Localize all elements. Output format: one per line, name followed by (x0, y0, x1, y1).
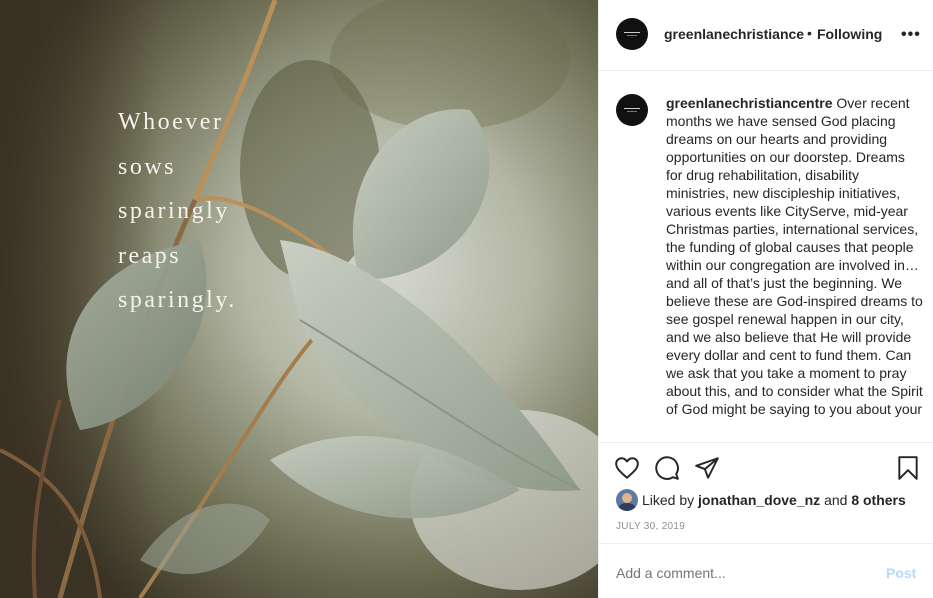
caption-body: Over recent months we have sensed God pl… (666, 95, 923, 417)
comment-box: Post (599, 543, 933, 598)
likes-others-link[interactable]: 8 others (851, 492, 905, 508)
post-date[interactable]: JULY 30, 2019 (616, 521, 685, 532)
quote-line: Whoever (118, 109, 224, 135)
more-horizontal-icon[interactable]: ••• (901, 26, 921, 44)
bookmark-icon[interactable] (895, 455, 921, 481)
header-username[interactable]: greenlanechristiance (664, 26, 804, 42)
avatar[interactable] (616, 18, 648, 50)
quote-text: Whoever sows sparingly reaps sparingly. (118, 100, 237, 323)
liker-username[interactable]: jonathan_dove_nz (698, 492, 820, 508)
following-button[interactable]: Following (817, 26, 882, 42)
caption-section: greenlanechristiancentre Over recent mon… (599, 71, 933, 443)
quote-line: sparingly (118, 198, 230, 224)
share-icon[interactable] (694, 455, 720, 481)
post-image[interactable]: Whoever sows sparingly reaps sparingly. (0, 0, 598, 598)
likes-row: Liked by jonathan_dove_nz and 8 others (616, 489, 906, 511)
liker-avatar[interactable] (616, 489, 638, 511)
eucalyptus-illustration (0, 0, 598, 598)
post-side-panel: greenlanechristiance • Following ••• gre… (598, 0, 933, 598)
post-header: greenlanechristiance • Following ••• (599, 0, 933, 71)
avatar[interactable] (616, 94, 648, 126)
quote-line: reaps (118, 242, 182, 269)
comment-input[interactable] (616, 565, 866, 581)
caption-text: greenlanechristiancentre Over recent mon… (666, 94, 924, 418)
post-button[interactable]: Post (886, 565, 916, 581)
comment-icon[interactable] (654, 455, 680, 481)
quote-line: sparingly. (118, 287, 237, 313)
action-bar (599, 455, 933, 485)
separator-dot: • (807, 25, 812, 41)
likes-joiner: and (824, 492, 848, 508)
quote-line: sows (118, 153, 177, 180)
heart-icon[interactable] (614, 455, 640, 481)
likes-prefix: Liked by (642, 492, 695, 508)
caption-username[interactable]: greenlanechristiancentre (666, 95, 833, 111)
